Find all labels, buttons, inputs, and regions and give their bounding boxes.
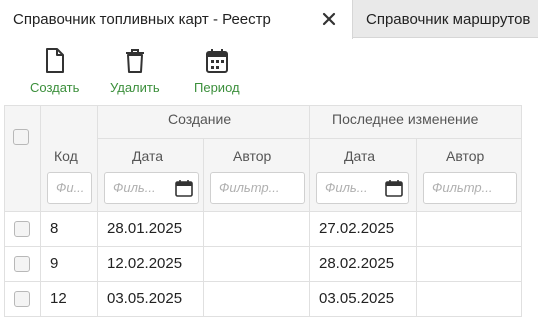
period-label: Период — [194, 80, 240, 95]
period-button[interactable]: Период — [194, 47, 240, 95]
delete-label: Удалить — [110, 80, 160, 95]
row-created-date[interactable]: 12.02.2025 — [107, 255, 182, 272]
column-header-created-author[interactable]: Автор — [233, 148, 271, 164]
toolbar: Создать Удалить Период — [0, 39, 538, 103]
data-grid: Код Создание Последнее изменение Дата Ав… — [0, 105, 538, 334]
created-author-filter-input[interactable]: Фильтр... — [210, 172, 305, 204]
row-code[interactable]: 8 — [50, 220, 58, 237]
column-header-changed-author[interactable]: Автор — [446, 148, 484, 164]
row-created-date[interactable]: 03.05.2025 — [107, 290, 182, 307]
code-filter-input[interactable]: Фи... — [47, 172, 92, 204]
tab-routes[interactable]: Справочник маршрутов — [354, 0, 538, 38]
new-document-icon — [45, 48, 64, 73]
row-checkbox[interactable] — [14, 291, 30, 307]
column-group-last-changed: Последнее изменение — [332, 111, 479, 127]
created-date-filter-input[interactable]: Филь... — [104, 172, 199, 204]
delete-button[interactable]: Удалить — [110, 47, 160, 95]
tab-label: Справочник топливных карт - Реестр — [13, 11, 271, 28]
tab-fuel-cards-registry[interactable]: Справочник топливных карт - Реестр — [0, 0, 353, 39]
row-created-date[interactable]: 28.01.2025 — [107, 220, 182, 237]
row-checkbox[interactable] — [14, 221, 30, 237]
changed-date-filter-input[interactable]: Филь... — [316, 172, 409, 204]
close-icon[interactable] — [320, 10, 338, 28]
column-header-code[interactable]: Код — [54, 148, 78, 164]
create-label: Создать — [30, 80, 80, 95]
create-button[interactable]: Создать — [30, 47, 79, 95]
row-changed-date[interactable]: 03.05.2025 — [319, 290, 394, 307]
row-changed-date[interactable]: 27.02.2025 — [319, 220, 394, 237]
calendar-icon[interactable] — [385, 179, 403, 197]
calendar-icon — [205, 49, 228, 73]
column-header-changed-date[interactable]: Дата — [344, 148, 375, 164]
tab-bar: Справочник топливных карт - Реестр Справ… — [0, 0, 538, 39]
column-header-created-date[interactable]: Дата — [132, 148, 163, 164]
trash-icon — [125, 49, 144, 73]
row-changed-date[interactable]: 28.02.2025 — [319, 255, 394, 272]
row-code[interactable]: 12 — [50, 290, 67, 307]
tab-label: Справочник маршрутов — [366, 10, 531, 28]
row-code[interactable]: 9 — [50, 255, 58, 272]
row-checkbox[interactable] — [14, 256, 30, 272]
calendar-icon[interactable] — [175, 179, 193, 197]
column-group-created: Создание — [168, 111, 232, 127]
changed-author-filter-input[interactable]: Фильтр... — [423, 172, 517, 204]
select-all-checkbox[interactable] — [13, 129, 29, 145]
